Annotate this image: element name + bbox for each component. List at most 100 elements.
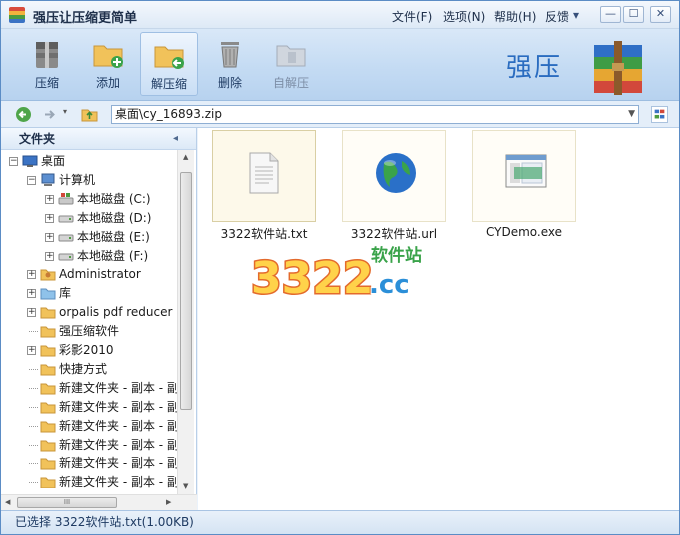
- tree-connector: [29, 331, 38, 333]
- expand-icon[interactable]: +: [27, 346, 36, 355]
- address-dropdown-icon[interactable]: ▼: [628, 106, 635, 123]
- scroll-down-icon[interactable]: ▼: [183, 482, 188, 490]
- folder-icon: [40, 440, 56, 451]
- tree-node[interactable]: + 本地磁盘 (C:): [1, 190, 177, 209]
- tree-node[interactable]: + 本地磁盘 (E:): [1, 228, 177, 247]
- tree-node[interactable]: 快捷方式: [1, 360, 177, 379]
- system-drive-icon: [58, 192, 74, 205]
- file-item[interactable]: [472, 130, 576, 222]
- folder-icon: [40, 421, 56, 433]
- tree-node-label: 彩影2010: [59, 343, 114, 357]
- collapse-icon[interactable]: −: [27, 175, 36, 185]
- address-input[interactable]: 桌面\cy_16893.zip ▼: [111, 105, 639, 124]
- tree-node-label: 本地磁盘 (D:): [77, 210, 152, 225]
- file-item[interactable]: [212, 130, 316, 222]
- folder-icon: [40, 402, 56, 414]
- view-mode-icon[interactable]: [651, 106, 668, 123]
- dropdown-arrow-icon[interactable]: ▾: [573, 8, 579, 22]
- compress-icon: [36, 42, 58, 68]
- tree-node[interactable]: + 彩影2010: [1, 341, 177, 360]
- folder-icon: [40, 326, 56, 338]
- tree-node-label: 新建文件夹 - 副本 - 副:: [59, 380, 183, 395]
- toolbar: 压缩 添加 解压缩 删除 自解压 强压: [1, 29, 679, 101]
- tree-node-label: 新建文件夹 - 副本 - 副:: [59, 437, 183, 452]
- compress-label: 压缩: [34, 76, 59, 90]
- up-folder-icon[interactable]: [81, 106, 98, 123]
- expand-icon[interactable]: +: [27, 289, 36, 299]
- tree-node[interactable]: + 库: [1, 284, 177, 303]
- add-button[interactable]: 添加: [79, 32, 137, 96]
- tree-node[interactable]: 新建文件夹 - 副本 - 副:: [1, 436, 183, 455]
- delete-label: 删除: [217, 76, 242, 90]
- add-label: 添加: [95, 76, 120, 90]
- folder-panel: 文件夹 ◂ − 桌面 − 计算机 + 本地磁盘 (C:) + 本地磁盘 (D:) + 本地磁盘 (…: [1, 128, 197, 510]
- file-name[interactable]: CYDemo.exe: [472, 225, 576, 239]
- library-icon: [40, 288, 56, 300]
- tree-node[interactable]: 新建文件夹 - 副本 - 副:: [1, 417, 183, 436]
- expand-icon[interactable]: +: [27, 308, 36, 318]
- desktop-icon: [22, 155, 38, 167]
- drive-icon: [58, 215, 74, 223]
- folder-icon: [40, 364, 56, 376]
- tree-node-label: Administrator: [59, 267, 141, 282]
- tree-node[interactable]: − 桌面: [1, 152, 177, 171]
- tree-node-label: 快捷方式: [59, 361, 108, 376]
- drive-icon: [58, 253, 74, 260]
- extract-button[interactable]: 解压缩: [140, 32, 198, 96]
- sfx-icon: [276, 45, 306, 67]
- scroll-up-icon[interactable]: ▲: [183, 153, 188, 161]
- delete-button[interactable]: 删除: [201, 32, 259, 96]
- sfx-label: 自解压: [272, 76, 309, 90]
- tree-hscroll-thumb[interactable]: III: [17, 497, 117, 508]
- forward-icon[interactable]: [41, 106, 58, 123]
- tree-node[interactable]: 新建文件夹 - 副本 - 副:: [1, 398, 183, 417]
- tree-connector: [29, 463, 38, 465]
- watermark-tagline: 软件站: [371, 245, 422, 266]
- expand-icon[interactable]: +: [45, 213, 54, 223]
- compress-button[interactable]: 压缩: [18, 32, 76, 96]
- sfx-button[interactable]: 自解压: [262, 32, 320, 96]
- close-button[interactable]: ✕: [650, 6, 671, 23]
- tree-node[interactable]: + orpalis pdf reducer: [1, 303, 177, 322]
- file-name[interactable]: 3322软件站.url: [342, 225, 446, 242]
- expand-icon[interactable]: +: [45, 232, 54, 242]
- tree-horizontal-scrollbar[interactable]: ◀ III ▶: [1, 494, 197, 510]
- menu-feedback[interactable]: 反馈: [545, 8, 569, 25]
- title-bar: 强压让压缩更简单 文件(F) 选项(N) 帮助(H) 反馈 ▾ — ☐ ✕: [1, 1, 679, 29]
- exe-icon: [505, 154, 547, 188]
- add-icon: [93, 45, 123, 68]
- file-list: 3322软件站.txt 3322软件站.url CYDemo.exe: [198, 128, 679, 510]
- collapse-icon[interactable]: −: [9, 157, 18, 166]
- tree-node[interactable]: − 计算机: [1, 171, 177, 190]
- app-logo-icon: [9, 7, 25, 23]
- menu-file[interactable]: 文件(F): [392, 8, 432, 25]
- expand-icon[interactable]: +: [27, 270, 36, 280]
- minimize-button[interactable]: —: [600, 6, 621, 23]
- tree-node[interactable]: 新建文件夹 - 副本 - 副:: [1, 379, 183, 398]
- tree-vertical-scrollbar[interactable]: ▲ ▼: [177, 150, 194, 494]
- tree-vscroll-thumb[interactable]: [180, 172, 192, 410]
- folder-icon: [40, 345, 56, 357]
- delete-icon: [221, 42, 239, 68]
- menu-options[interactable]: 选项(N): [443, 8, 485, 25]
- scroll-left-icon[interactable]: ◀: [5, 498, 10, 506]
- expand-icon[interactable]: +: [45, 251, 54, 261]
- scroll-right-icon[interactable]: ▶: [166, 498, 171, 506]
- tree-node-label: 新建文件夹 - 副本 - 副:: [59, 475, 183, 488]
- tree-node[interactable]: 强压缩软件: [1, 322, 177, 341]
- tree-node[interactable]: + 本地磁盘 (F:): [1, 247, 177, 266]
- computer-icon: [41, 173, 55, 186]
- tree-node[interactable]: 新建文件夹 - 副本 - 副:: [1, 473, 183, 488]
- app-window: 强压让压缩更简单 文件(F) 选项(N) 帮助(H) 反馈 ▾ — ☐ ✕ 压缩: [0, 0, 680, 535]
- expand-icon[interactable]: +: [45, 194, 54, 204]
- history-dropdown-icon[interactable]: ▾: [63, 107, 67, 116]
- tree-node[interactable]: + Administrator: [1, 265, 177, 284]
- maximize-button[interactable]: ☐: [623, 6, 644, 23]
- file-item[interactable]: [342, 130, 446, 222]
- tree-node[interactable]: 新建文件夹 - 副本 - 副:: [1, 454, 183, 473]
- menu-help[interactable]: 帮助(H): [494, 8, 536, 25]
- back-icon[interactable]: [15, 106, 32, 123]
- pin-icon[interactable]: ◂: [173, 128, 178, 150]
- tree-node[interactable]: + 本地磁盘 (D:): [1, 209, 177, 228]
- file-name[interactable]: 3322软件站.txt: [212, 225, 316, 242]
